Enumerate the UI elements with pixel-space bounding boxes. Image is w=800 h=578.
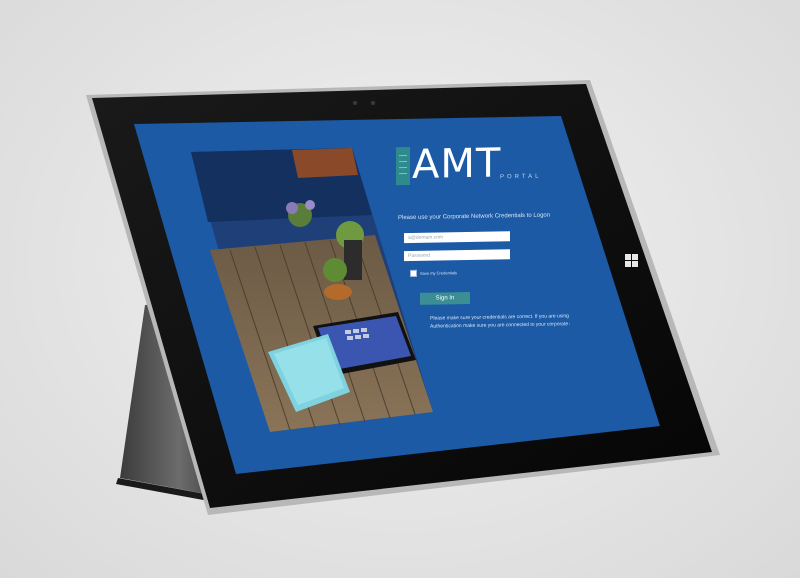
login-prompt: Please use your Corporate Network Creden… — [398, 212, 551, 222]
logo-text: AMT — [412, 140, 502, 188]
remember-label: Save my Credentials — [420, 270, 457, 276]
password-field[interactable] — [404, 249, 510, 262]
logo-subtitle: PORTAL — [500, 173, 542, 181]
credentials-notice: Please make sure your credentials are co… — [430, 312, 570, 330]
logo-bar — [396, 146, 410, 186]
login-screen: AMT PORTAL Please use your Corporate Net… — [134, 116, 570, 448]
device-mockup-stage: AMT PORTAL Please use your Corporate Net… — [0, 0, 800, 578]
remember-checkbox[interactable] — [410, 269, 417, 277]
login-panel: AMT PORTAL Please use your Corporate Net… — [134, 116, 570, 448]
email-field[interactable] — [404, 231, 510, 244]
amt-portal-logo: AMT PORTAL — [396, 140, 566, 197]
sign-in-button[interactable]: Sign In — [420, 291, 470, 305]
remember-credentials[interactable]: Save my Credentials — [410, 269, 457, 277]
